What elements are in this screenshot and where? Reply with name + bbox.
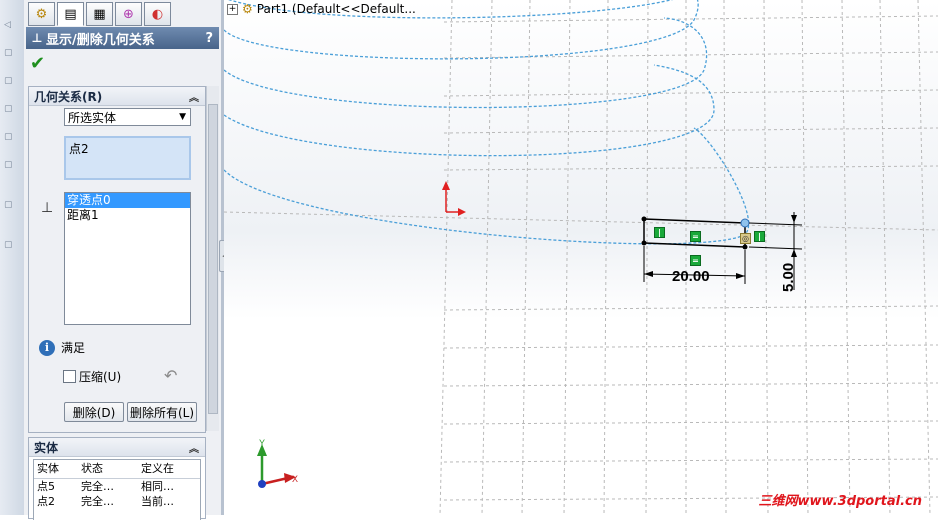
dim-xpert-tab[interactable]: ⊕ <box>115 2 142 26</box>
toolbar-tick-icon: ▢ <box>4 160 13 170</box>
toolbar-tick-icon: ▢ <box>4 48 13 58</box>
entities-group-header[interactable]: 实体 ︽ <box>29 438 205 457</box>
table-cell: 完全… <box>81 480 114 493</box>
collapse-icon[interactable]: ︽ <box>189 440 199 455</box>
compress-checkbox-row[interactable]: 压缩(U) <box>63 368 121 385</box>
table-cell: 点5 <box>37 480 55 493</box>
manager-tabs: ⚙ ▤ ▦ ⊕ ◐ <box>28 2 171 26</box>
toolbar-tick-icon: ◁ <box>4 20 11 30</box>
property-icon: ▤ <box>64 6 77 22</box>
vertical-relation-icon[interactable]: | <box>754 231 765 242</box>
expand-icon[interactable]: + <box>227 3 238 15</box>
watermark: 三维网www.3dportal.cn <box>758 494 922 509</box>
table-cell: 点2 <box>37 495 55 508</box>
relations-group-header[interactable]: 几何关系(R) ︽ <box>29 87 205 106</box>
property-manager-title-bar: ⊥ 显示/删除几何关系 ? <box>26 27 219 49</box>
sketch-origin <box>442 181 466 216</box>
feature-tree-root[interactable]: + ⚙ Part1 (Default<<Default... <box>227 2 416 16</box>
ok-checkmark-icon[interactable]: ✔ <box>30 53 45 74</box>
list-item-relation[interactable]: 距离1 <box>65 208 190 223</box>
toolbar-tick-icon: ▢ <box>4 76 13 86</box>
triad-y-label: Y <box>259 438 265 448</box>
crosshair-icon: ⊕ <box>123 6 134 22</box>
configuration-icon: ▦ <box>93 6 106 22</box>
table-row[interactable]: 点5 完全… 相同… <box>34 479 200 494</box>
compress-label: 压缩(U) <box>79 370 122 384</box>
relations-group-title: 几何关系(R) <box>34 89 103 104</box>
feature-manager-tab[interactable]: ⚙ <box>28 2 55 26</box>
table-header: 实体 状态 定义在 <box>34 460 200 479</box>
dropdown-arrow-icon: ▼ <box>179 112 186 122</box>
relations-icon: ⊥ <box>31 31 43 45</box>
entities-table: 实体 状态 定义在 点5 完全… 相同… 点2 完全… 当前… <box>33 459 201 520</box>
sketch-canvas[interactable]: Y X <box>224 0 938 515</box>
table-cell: 当前… <box>141 495 174 508</box>
column-header: 实体 <box>37 462 59 475</box>
relations-group: 几何关系(R) ︽ 所选实体 ▼ 点2 ⊥ 穿透点0 距离1 i 满足 压缩(U… <box>28 86 206 433</box>
column-header: 定义在 <box>141 462 174 475</box>
selected-entities-box[interactable]: 点2 <box>64 136 191 180</box>
compress-checkbox[interactable] <box>63 370 76 383</box>
property-manager-tab[interactable]: ▤ <box>57 2 84 26</box>
property-manager-panel: ⚙ ▤ ▦ ⊕ ◐ ⊥ 显示/删除几何关系 ? ✔ 几何关系(R) ︽ 所选实体… <box>24 0 222 520</box>
equal-relation-icon[interactable]: = <box>690 255 701 266</box>
list-item-relation[interactable]: 穿透点0 <box>65 193 190 208</box>
toolbar-tick-icon: ▢ <box>4 240 13 250</box>
part-icon: ⚙ <box>242 2 253 16</box>
delete-button[interactable]: 删除(D) <box>64 402 124 422</box>
info-icon: i <box>39 339 55 356</box>
column-header: 状态 <box>81 462 103 475</box>
vertical-relation-icon[interactable]: | <box>654 227 665 238</box>
horizontal-dimension[interactable]: 20.00 <box>672 268 710 285</box>
collapse-icon[interactable]: ︽ <box>189 89 199 104</box>
view-triad <box>257 444 296 488</box>
entities-group: 实体 ︽ 实体 状态 定义在 点5 完全… 相同… 点2 完全… 当前… <box>28 437 206 520</box>
scrollbar-thumb[interactable] <box>208 104 218 414</box>
configuration-manager-tab[interactable]: ▦ <box>86 2 113 26</box>
left-toolbar-strip: ◁ ▢ ▢ ▢ ▢ ▢ ▢ ▢ <box>0 0 25 515</box>
selected-entity-item[interactable]: 点2 <box>69 142 89 156</box>
triad-x-label: X <box>292 474 298 484</box>
color-wheel-icon: ◐ <box>151 6 164 22</box>
panel-scrollbar[interactable] <box>206 86 219 431</box>
table-cell: 相同… <box>141 480 174 493</box>
dimension-lines <box>643 212 803 290</box>
sketch-grid <box>224 0 938 515</box>
toolbar-tick-icon: ▢ <box>4 104 13 114</box>
filter-select-value: 所选实体 <box>68 110 117 125</box>
toolbar-tick-icon: ▢ <box>4 200 13 210</box>
entities-group-title: 实体 <box>34 440 59 455</box>
vertical-dimension[interactable]: 5.00 <box>780 263 797 292</box>
delete-all-button[interactable]: 删除所有(L) <box>127 402 197 422</box>
dimension-arrows <box>644 215 797 279</box>
table-row[interactable]: 点2 完全… 当前… <box>34 494 200 509</box>
perpendicular-relation-icon: ⊥ <box>41 200 54 216</box>
equal-relation-icon[interactable]: = <box>690 231 701 242</box>
relations-list[interactable]: 穿透点0 距离1 <box>64 192 191 325</box>
part-label[interactable]: Part1 (Default<<Default... <box>257 2 416 16</box>
selected-point[interactable] <box>740 218 750 228</box>
relation-status: i 满足 <box>39 339 85 356</box>
toolbar-tick-icon: ▢ <box>4 132 13 142</box>
filter-select[interactable]: 所选实体 ▼ <box>64 108 191 126</box>
tree-icon: ⚙ <box>35 6 48 22</box>
display-manager-tab[interactable]: ◐ <box>144 2 171 26</box>
table-cell: 完全… <box>81 495 114 508</box>
helix-curve[interactable] <box>224 0 750 245</box>
undo-icon[interactable]: ↶ <box>164 366 177 385</box>
status-text: 满足 <box>61 341 86 355</box>
graphics-area[interactable]: Y X + ⚙ Part1 (Default<<Default... | = =… <box>224 0 938 515</box>
page-title: 显示/删除几何关系 <box>46 32 155 48</box>
help-button[interactable]: ? <box>205 31 213 46</box>
pierce-relation-icon[interactable]: ◎ <box>740 233 751 244</box>
